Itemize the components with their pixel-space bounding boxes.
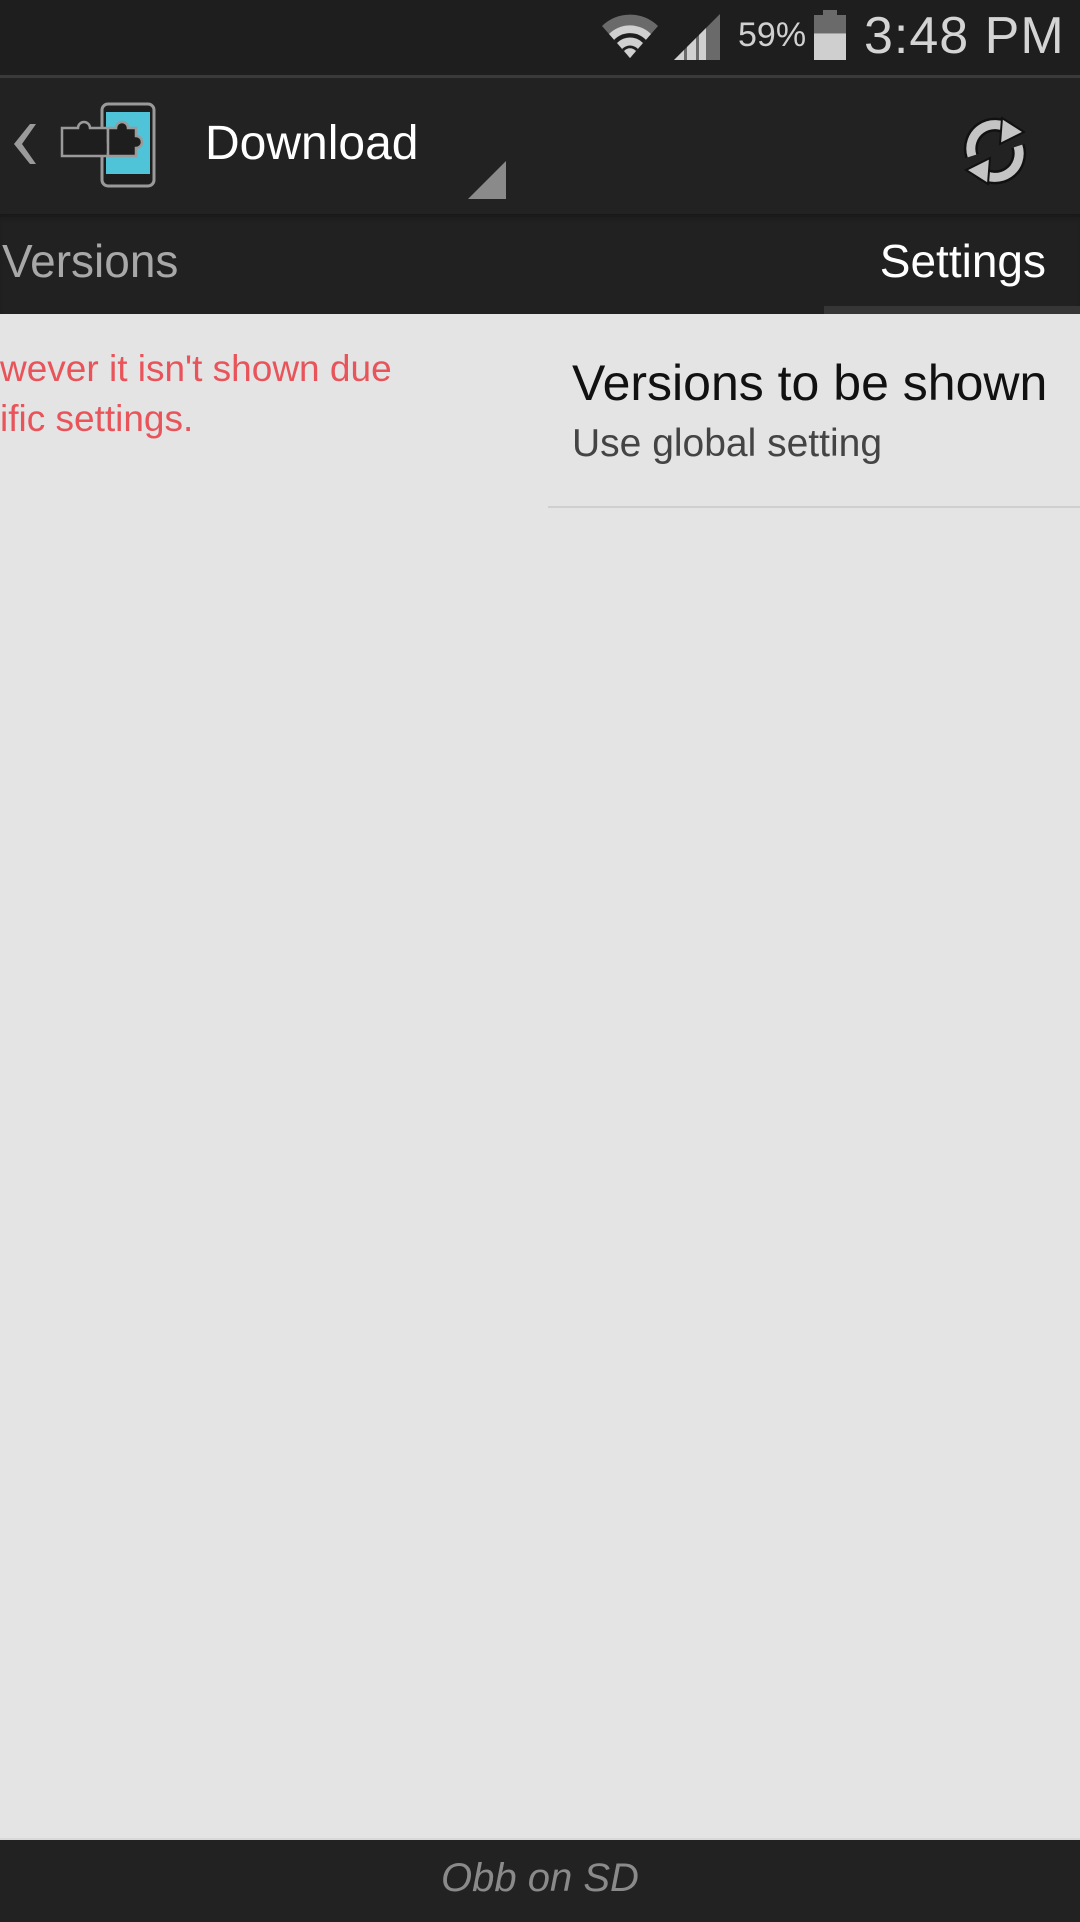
action-bar: Download xyxy=(0,78,1080,214)
cell-signal-icon xyxy=(674,14,720,60)
xposed-app-icon[interactable] xyxy=(58,102,158,188)
refresh-icon[interactable] xyxy=(950,106,1040,196)
dropdown-triangle-icon[interactable] xyxy=(468,161,506,199)
preference-summary: Use global setting xyxy=(572,422,883,465)
versions-warning-text: wever it isn't shown due ific settings. xyxy=(0,348,392,439)
battery-percent: 59% xyxy=(738,16,807,54)
wifi-icon xyxy=(602,14,658,59)
back-chevron-icon[interactable] xyxy=(10,122,36,166)
preference-title: Versions to be shown xyxy=(572,355,1048,411)
tab-settings[interactable]: Settings xyxy=(880,234,1046,288)
content-area[interactable]: wever it isn't shown due ific settings. … xyxy=(0,314,1080,1838)
clock: 3:48 PM xyxy=(864,7,1065,65)
footer-text: Obb on SD xyxy=(441,1856,639,1900)
tab-versions[interactable]: Versions xyxy=(2,234,178,288)
page-title[interactable]: Download xyxy=(205,116,418,171)
status-bar: 59% 3:48 PM xyxy=(0,0,1080,78)
selected-tab-indicator xyxy=(824,306,1080,314)
preference-divider xyxy=(548,506,1080,508)
versions-to-be-shown-preference[interactable]: Versions to be shown Use global setting xyxy=(548,354,1080,504)
tab-bar: Versions Settings xyxy=(0,214,1080,314)
battery-icon xyxy=(814,10,846,60)
footer-bar: Obb on SD xyxy=(0,1838,1080,1922)
